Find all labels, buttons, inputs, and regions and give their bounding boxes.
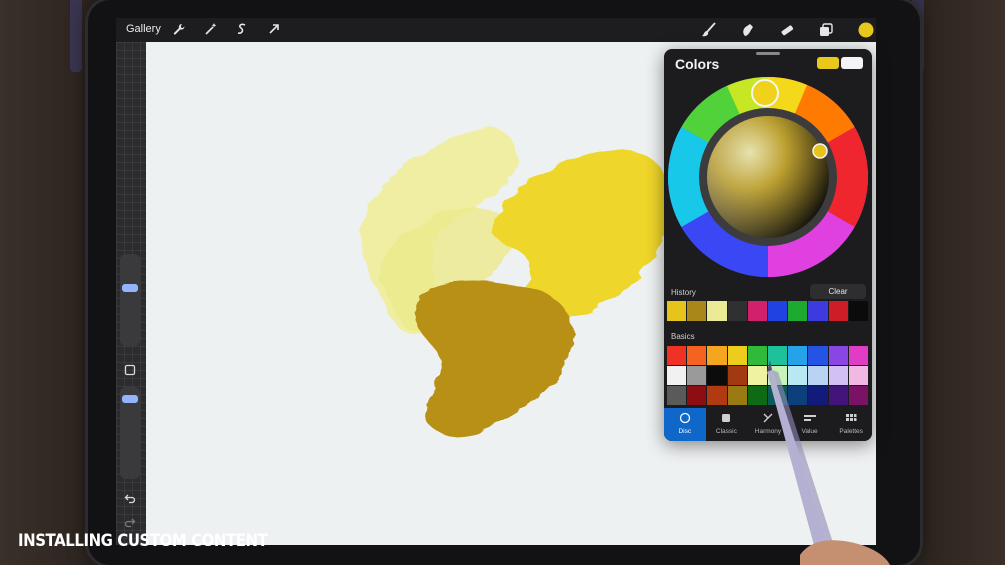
video-caption: INSTALLING CUSTOM CONTENT bbox=[18, 531, 268, 551]
history-swatch[interactable] bbox=[808, 301, 829, 321]
basics-swatch[interactable] bbox=[667, 386, 688, 406]
history-swatch[interactable] bbox=[707, 301, 728, 321]
basics-swatch[interactable] bbox=[687, 346, 708, 366]
basics-label: Basics bbox=[671, 332, 695, 341]
tab-disc-label: Disc bbox=[678, 428, 692, 435]
wrench-icon[interactable] bbox=[171, 22, 187, 38]
magic-wand-icon[interactable] bbox=[203, 22, 219, 38]
brush-icon[interactable] bbox=[701, 22, 717, 38]
basics-swatch[interactable] bbox=[687, 386, 708, 406]
history-swatch[interactable] bbox=[687, 301, 708, 321]
basics-swatch[interactable] bbox=[727, 366, 748, 386]
basics-swatch[interactable] bbox=[707, 366, 728, 386]
history-label: History bbox=[671, 288, 696, 297]
hand bbox=[800, 540, 890, 565]
hue-handle[interactable] bbox=[751, 79, 779, 107]
tab-classic[interactable]: Classic bbox=[706, 408, 748, 441]
history-swatch[interactable] bbox=[747, 301, 769, 321]
basics-swatch[interactable] bbox=[687, 366, 708, 386]
color-disc[interactable] bbox=[667, 76, 869, 278]
tab-disc[interactable]: Disc bbox=[664, 408, 706, 441]
active-color-circle bbox=[858, 22, 874, 38]
opacity-slider[interactable] bbox=[120, 387, 140, 479]
history-swatch[interactable] bbox=[727, 301, 748, 321]
opacity-handle[interactable] bbox=[122, 395, 138, 403]
apple-pencil bbox=[767, 360, 890, 565]
clear-history-button[interactable]: Clear bbox=[810, 284, 866, 299]
smudge-icon[interactable] bbox=[740, 22, 756, 38]
basics-swatch[interactable] bbox=[727, 346, 748, 366]
tab-classic-label: Classic bbox=[715, 428, 737, 435]
classic-square-icon bbox=[706, 412, 748, 426]
saturation-handle[interactable] bbox=[812, 143, 828, 159]
top-toolbar: Gallery bbox=[116, 18, 876, 42]
basics-swatch[interactable] bbox=[727, 386, 748, 406]
history-swatch[interactable] bbox=[768, 301, 789, 321]
history-swatch[interactable] bbox=[667, 301, 688, 321]
history-swatch[interactable] bbox=[828, 301, 849, 321]
current-color-swatch[interactable] bbox=[817, 57, 839, 69]
color-dot-icon[interactable] bbox=[857, 21, 874, 38]
panel-grabber[interactable] bbox=[756, 52, 780, 55]
history-swatches bbox=[667, 301, 870, 321]
brush-size-slider[interactable] bbox=[120, 254, 140, 346]
eraser-icon[interactable] bbox=[779, 22, 795, 38]
transform-arrow-icon[interactable] bbox=[266, 22, 282, 38]
undo-icon[interactable] bbox=[123, 492, 137, 506]
basics-swatch[interactable] bbox=[667, 346, 688, 366]
paint-stroke-ochre bbox=[415, 281, 575, 435]
selection-s-icon[interactable] bbox=[234, 22, 250, 38]
gallery-button[interactable]: Gallery bbox=[126, 23, 161, 35]
brush-size-handle[interactable] bbox=[122, 284, 138, 292]
left-sidebar bbox=[116, 42, 146, 545]
basics-swatch[interactable] bbox=[707, 386, 728, 406]
basics-swatch[interactable] bbox=[667, 366, 688, 386]
previous-color-swatch[interactable] bbox=[841, 57, 863, 69]
history-swatch[interactable] bbox=[848, 301, 870, 321]
colors-title: Colors bbox=[675, 56, 720, 72]
history-swatch[interactable] bbox=[788, 301, 809, 321]
layers-icon[interactable] bbox=[818, 22, 834, 38]
redo-icon[interactable] bbox=[123, 516, 137, 530]
square-modify-icon[interactable] bbox=[123, 364, 137, 378]
basics-swatch[interactable] bbox=[707, 346, 728, 366]
stand-left bbox=[70, 0, 82, 72]
disc-icon bbox=[664, 412, 706, 426]
